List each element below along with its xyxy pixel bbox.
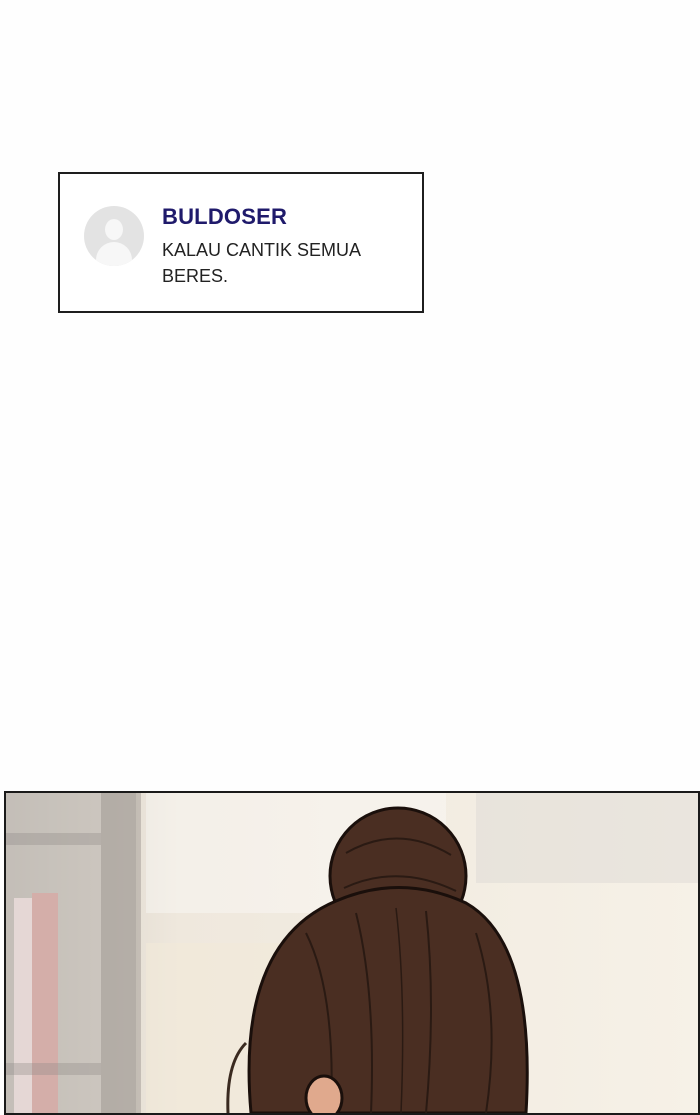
comment-username: BULDOSER (162, 204, 288, 229)
comment-card: BULDOSER KALAU CANTIK SEMUA BERES. (58, 172, 424, 313)
comment-text: KALAU CANTIK SEMUA BERES. (162, 240, 361, 286)
default-user-avatar-icon (84, 206, 144, 266)
comic-panel-illustration (4, 791, 700, 1115)
